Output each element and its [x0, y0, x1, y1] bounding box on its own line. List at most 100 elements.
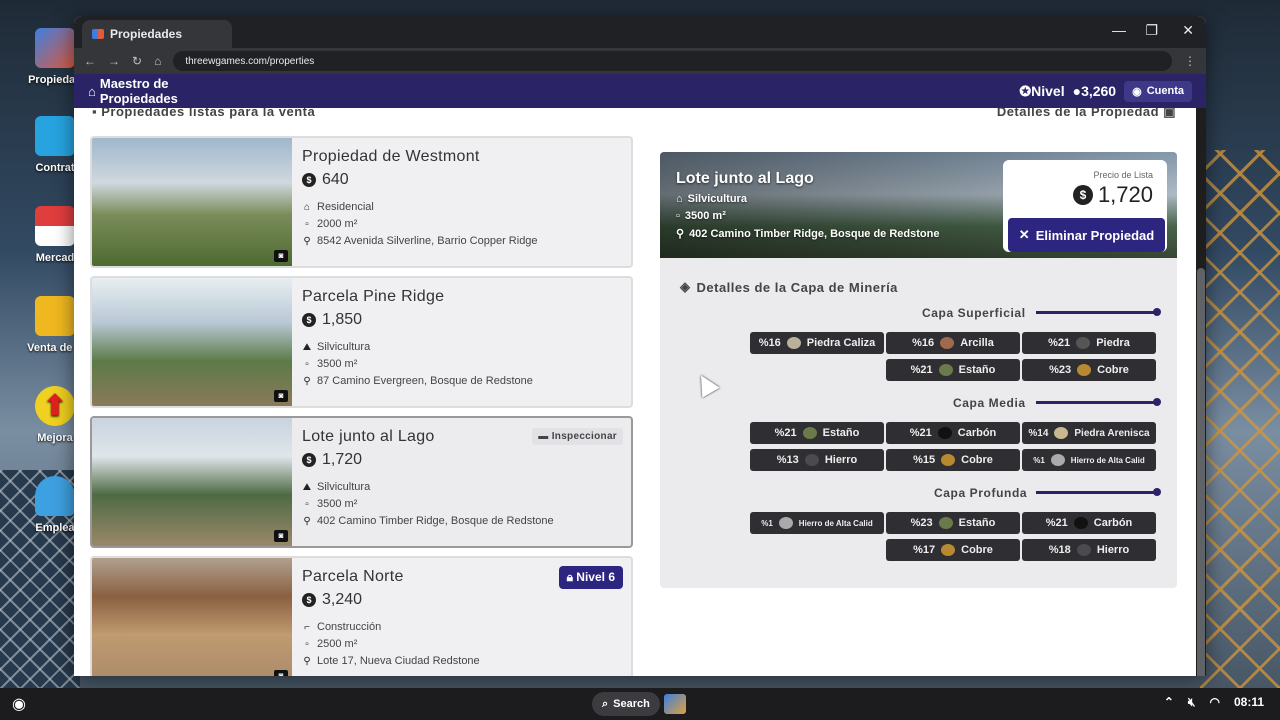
layers-icon: ◈: [680, 279, 691, 294]
reload-icon[interactable]: ↻: [132, 54, 142, 68]
property-price: $640: [302, 171, 623, 189]
mineral-chip: %16 Arcilla: [886, 332, 1020, 354]
property-photo: ◙: [92, 418, 292, 546]
taskbar-search-button[interactable]: ⌕ Search: [592, 692, 660, 716]
location-pin-icon: ⚲: [303, 515, 311, 527]
property-area: ▫ 3500 m²: [302, 358, 623, 370]
tab-title: Propiedades: [110, 27, 183, 41]
property-card[interactable]: ◙ Parcela Pine Ridge $1,850 ⛰ Silvicultur…: [90, 276, 633, 408]
camera-icon[interactable]: ◙: [274, 390, 288, 402]
sandstone-icon: [1054, 427, 1069, 439]
home-icon[interactable]: ⌂: [154, 54, 161, 68]
scrollbar-thumb[interactable]: [1197, 268, 1205, 676]
browser-menu-icon[interactable]: ⋮: [1184, 54, 1196, 68]
mineral-chip: %1 Hierro de Alta Calid: [750, 512, 884, 534]
camera-icon[interactable]: ◙: [274, 670, 288, 676]
coal-icon: [937, 427, 952, 439]
property-photo: ◙: [92, 278, 292, 406]
wallpaper-tower: [1200, 150, 1280, 690]
forward-icon[interactable]: →: [108, 54, 120, 68]
system-tray[interactable]: ⌃ 🔇︎ ◠ 08:11: [1164, 695, 1264, 710]
property-card[interactable]: ◙ Propiedad de Westmont $640 ⌂ Residencia…: [90, 136, 633, 268]
building-icon: [35, 28, 75, 68]
taskbar-app-icon[interactable]: [664, 694, 686, 714]
mountain-icon: ⛰: [302, 481, 312, 493]
url-field[interactable]: threewgames.com/properties: [173, 51, 1172, 71]
layer-title-deep: Capa Profunda: [934, 486, 1028, 500]
house-icon: ⌂: [303, 201, 311, 213]
document-icon: [35, 116, 75, 156]
page-scrollbar[interactable]: [1196, 108, 1206, 676]
app-title[interactable]: ⌂ Maestro de Propiedades: [88, 76, 178, 106]
tin-icon: [938, 364, 953, 376]
property-card[interactable]: ◙ Parcela Norte $3,240 ⌐ Construcción ▫ 25…: [90, 556, 633, 676]
area-icon: ▫: [676, 210, 680, 222]
mineral-chip: %16 Piedra Caliza: [750, 332, 884, 354]
back-icon[interactable]: ←: [84, 54, 96, 68]
mineral-chip: %1 Hierro de Alta Calid: [1022, 449, 1156, 471]
layer-divider-dot: [1153, 488, 1161, 496]
wifi-icon[interactable]: ◠: [1209, 695, 1219, 710]
detail-address: ⚲ 402 Camino Timber Ridge, Bosque de Reds…: [676, 227, 940, 241]
property-area: ▫ 2500 m²: [302, 638, 623, 650]
mineral-chip: %17 Cobre: [886, 539, 1020, 561]
launcher-icon[interactable]: ◉: [12, 694, 26, 714]
property-area: ▫ 2000 m²: [302, 218, 623, 230]
mineral-chip: %13 Hierro: [750, 449, 884, 471]
page-content: ▪ Propiedades listas para la venta Detal…: [74, 108, 1206, 676]
balance-display: ●3,260: [1073, 83, 1117, 99]
minimize-icon[interactable]: —: [1112, 22, 1126, 38]
detail-hero-image: Lote junto al Lago ⌂ Silvicultura ▫ 3500 m…: [660, 152, 1177, 258]
property-name: Propiedad de Westmont: [302, 148, 480, 165]
property-address: ⚲ 8542 Avenida Silverline, Barrio Copper …: [303, 235, 538, 247]
maximize-icon[interactable]: ❐: [1145, 22, 1158, 39]
address-bar: ← → ↻ ⌂ threewgames.com/properties ⋮: [74, 48, 1206, 74]
list-price-box: Precio de Lista $1,720 ✕ Eliminar Propied…: [1003, 160, 1167, 252]
chevron-up-icon[interactable]: ⌃: [1164, 695, 1174, 710]
mineral-chip: %23 Cobre: [1022, 359, 1156, 381]
area-icon: ▫: [305, 358, 309, 370]
property-price: $1,720: [302, 451, 623, 469]
list-price-value: $1,720: [1072, 182, 1153, 208]
property-type: ⛰ Silvicultura: [302, 481, 371, 493]
account-label: Cuenta: [1146, 85, 1184, 97]
detail-type: ⌂ Silvicultura: [676, 193, 747, 205]
close-icon[interactable]: ✕: [1182, 22, 1194, 39]
coin-icon: $: [302, 313, 316, 327]
account-button[interactable]: ◉ Cuenta: [1124, 80, 1192, 102]
mute-icon[interactable]: 🔇︎: [1188, 695, 1196, 710]
layer-title-surface: Capa Superficial: [922, 306, 1026, 320]
balance-value: 3,260: [1081, 83, 1117, 99]
layer-divider: [1036, 311, 1154, 314]
person-icon: [35, 476, 75, 516]
remove-property-button[interactable]: ✕ Eliminar Propiedad: [1008, 218, 1165, 252]
property-card-selected[interactable]: ◙ Lote junto al Lago $1,720 ⛰ Silvicultur…: [90, 416, 633, 548]
camera-icon[interactable]: ◙: [274, 250, 288, 262]
browser-tab[interactable]: Propiedades: [82, 20, 232, 48]
taskbar: ◉ ⌕ Search ⌃ 🔇︎ ◠ 08:11: [0, 688, 1280, 720]
layer-divider: [1036, 401, 1154, 404]
mineral-chip: %21 Carbón: [1022, 512, 1156, 534]
area-icon: ▫: [305, 638, 309, 650]
property-photo: ◙: [92, 558, 292, 676]
high-grade-iron-icon: [1050, 454, 1065, 466]
location-pin-icon: ⚲: [676, 228, 685, 240]
property-area: ▫ 3500 m²: [302, 498, 623, 510]
coin-icon: $: [302, 593, 316, 607]
app-title-line1: Maestro de: [99, 76, 169, 91]
tin-icon: [938, 517, 953, 529]
property-photo: ◙: [92, 138, 292, 266]
mineral-chip: %21 Piedra: [1022, 332, 1156, 354]
desktop-icon-label: Emplea: [35, 522, 75, 534]
clock[interactable]: 08:11: [1234, 695, 1264, 710]
level-indicator: ✪Nivel: [1019, 83, 1064, 100]
property-type: ⌂ Residencial: [303, 201, 374, 213]
tab-bar: Propiedades — ❐ ✕: [74, 16, 1206, 48]
coin-icon: $: [302, 453, 316, 467]
inspect-badge[interactable]: ▬ Inspeccionar: [532, 428, 623, 445]
desktop-icon-label: Contrat: [35, 162, 75, 174]
mineral-chip: %21 Estaño: [750, 422, 884, 444]
house-icon: ⌂: [676, 193, 683, 205]
camera-icon[interactable]: ◙: [274, 530, 288, 542]
star-icon: ✪: [1019, 82, 1032, 99]
